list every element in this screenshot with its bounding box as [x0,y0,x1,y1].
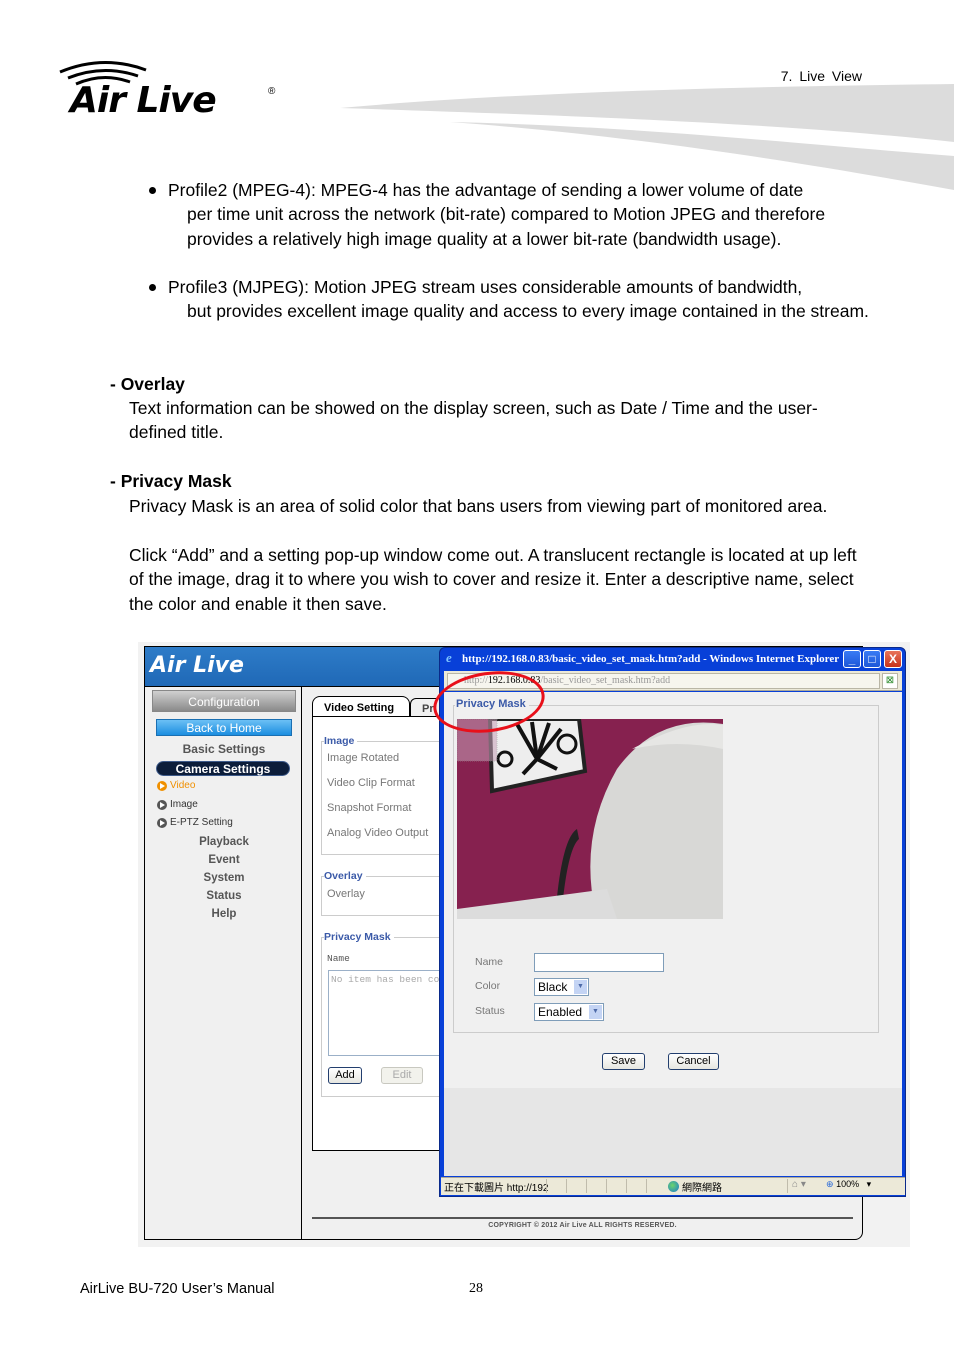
sidebar-item-help[interactable]: Help [152,908,296,920]
analog-video-output-label: Analog Video Output [327,827,429,839]
status-divider [626,1179,627,1193]
save-button[interactable]: Save [602,1053,645,1070]
sidebar-item-system[interactable]: System [152,872,296,884]
maximize-button[interactable]: □ [863,650,881,668]
chevron-down-icon: ▾ [861,1179,872,1189]
sidebar-item-status[interactable]: Status [152,890,296,902]
sidebar-configuration-header: Configuration [152,690,296,712]
color-select[interactable]: Black ▼ [534,978,589,996]
overlay-text: Text information can be showed on the di… [129,398,818,443]
privacy-mask-text-2: Click “Add” and a setting pop-up window … [129,545,857,614]
popup-content-lower [444,1088,902,1176]
add-button[interactable]: Add [328,1067,362,1084]
protected-mode-icon[interactable]: ⌂ ▾ [792,1179,806,1190]
bullet-dot [149,187,156,194]
overlay-heading: - Overlay [110,374,185,394]
snapshot-format-label: Snapshot Format [327,802,412,814]
cancel-button[interactable]: Cancel [668,1053,719,1070]
airlive-logo: Air Live ® [58,58,288,122]
name-label: Name [475,956,504,968]
play-circle-icon [157,780,167,791]
sidebar-item-event[interactable]: Event [152,854,296,866]
sidebar-item-eptz[interactable]: E-PTZ Setting [157,817,233,828]
camera-scene [457,719,723,919]
back-to-home-button[interactable]: Back to Home [156,719,292,736]
app-copyright: COPYRIGHT © 2012 Air Live ALL RIGHTS RES… [488,1222,677,1229]
app-logo: Air Live [150,653,244,678]
privacy-mask-text-1: Privacy Mask is an area of solid color t… [129,496,828,516]
image-rotated-label: Image Rotated [327,752,400,764]
chapter-heading: 7. Live View [780,68,862,84]
globe-icon [668,1181,679,1192]
status-label: Status [475,1005,505,1017]
compatibility-view-icon[interactable]: ⊠ [882,673,898,689]
internet-explorer-icon: e [446,650,452,665]
bullet-profile3: Profile3 (MJPEG): Motion JPEG stream use… [149,275,869,324]
overlay-legend: Overlay [324,870,366,882]
video-clip-format-label: Video Clip Format [327,777,415,789]
page-number: 28 [469,1281,483,1296]
status-divider [787,1179,788,1193]
sidebar-item-image[interactable]: Image [157,799,198,810]
sidebar-basic-settings[interactable]: Basic Settings [152,742,296,756]
manual-title: AirLive BU-720 User’s Manual [80,1281,275,1297]
app-footer-divider [312,1217,853,1219]
tab-video-setting[interactable]: Video Setting [312,696,410,716]
play-circle-icon [157,799,167,810]
status-divider [606,1179,607,1193]
privacy-mask-legend: Privacy Mask [324,931,394,943]
status-divider [586,1179,587,1193]
privacy-mask-heading: - Privacy Mask [110,471,232,491]
status-divider [566,1179,567,1193]
overlay-label: Overlay [327,888,365,900]
chevron-down-icon: ▼ [574,980,587,994]
status-divider [546,1179,547,1193]
security-zone: 網際網路 [668,1179,722,1194]
image-legend: Image [324,735,358,747]
name-input[interactable] [534,953,664,972]
zoom-level[interactable]: ⊕ 100% ▾ [826,1179,871,1190]
sidebar-camera-settings[interactable]: Camera Settings [156,761,290,776]
sidebar-divider [301,687,302,1240]
minimize-button[interactable]: _ [843,650,861,668]
color-label: Color [475,980,501,992]
play-circle-icon [157,817,167,828]
edit-button[interactable]: Edit [381,1067,423,1084]
bullet-profile2: Profile2 (MPEG-4): MPEG-4 has the advant… [149,178,869,251]
status-select[interactable]: Enabled ▼ [534,1003,604,1021]
camera-live-image[interactable] [457,719,723,919]
chevron-down-icon: ▼ [589,1005,602,1019]
status-text: 正在下載圖片 http://192 [444,1183,549,1194]
name-column-header: Name [327,953,350,964]
sidebar-item-playback[interactable]: Playback [152,836,296,848]
magnifier-icon: ⊕ [826,1179,834,1189]
privacy-mask-list[interactable]: No item has been co [328,970,452,1056]
sidebar-item-video[interactable]: Video [157,780,195,791]
close-button[interactable]: X [884,650,902,668]
bullet-dot [149,284,156,291]
ie-title-bar[interactable]: e http://192.168.0.83/basic_video_set_ma… [446,650,841,665]
status-divider [646,1179,647,1193]
